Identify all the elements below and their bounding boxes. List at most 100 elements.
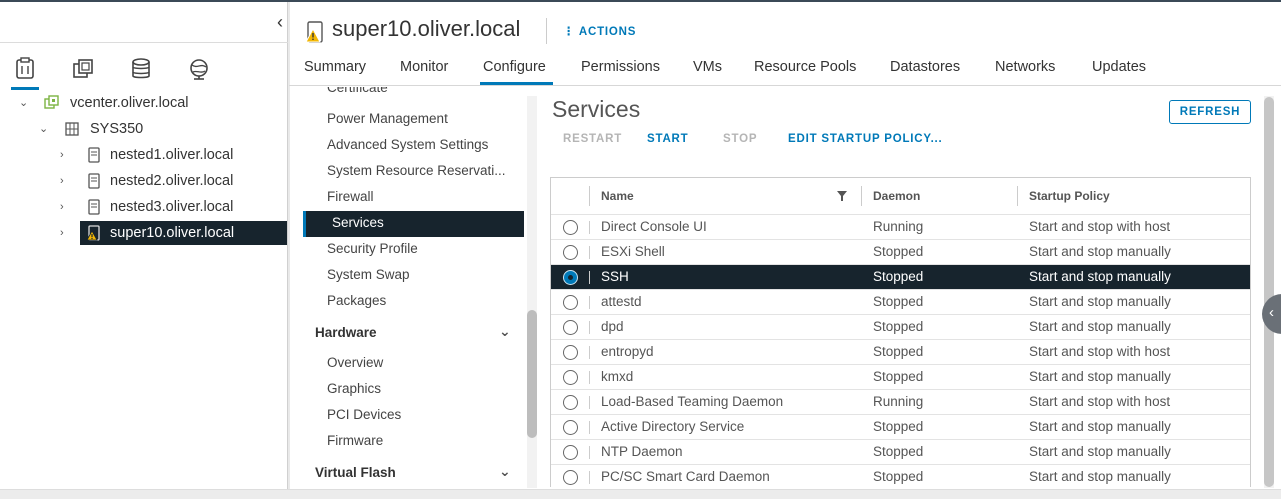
collapse-navigator-button[interactable]: ‹ — [277, 12, 283, 33]
row-radio[interactable] — [563, 345, 578, 360]
column-header-startup-policy[interactable]: Startup Policy — [1029, 178, 1110, 214]
table-row[interactable]: Load-Based Teaming Daemon Running Start … — [551, 389, 1250, 414]
row-radio[interactable] — [563, 470, 578, 485]
tree-item-host[interactable]: › nested3.oliver.local — [0, 195, 288, 219]
datacenter-icon — [44, 95, 60, 111]
tree-item-cluster[interactable]: ⌄ SYS350 — [0, 117, 288, 141]
column-divider — [589, 446, 590, 459]
tab-vms[interactable]: VMs — [693, 59, 722, 75]
menu-section-hardware[interactable]: Hardware ⌄ — [315, 323, 515, 340]
menu-item-overview[interactable]: Overview — [327, 355, 383, 370]
menu-item-advanced-system-settings[interactable]: Advanced System Settings — [327, 137, 488, 152]
table-row[interactable]: NTP Daemon Stopped Start and stop manual… — [551, 439, 1250, 464]
row-radio[interactable] — [563, 370, 578, 385]
restart-button[interactable]: RESTART — [563, 133, 622, 145]
row-radio[interactable] — [563, 295, 578, 310]
tree-item-vcenter[interactable]: ⌄ vcenter.oliver.local — [0, 91, 288, 115]
menu-scrollbar-thumb[interactable] — [527, 310, 537, 438]
tab-configure[interactable]: Configure — [483, 59, 546, 75]
chevron-right-icon[interactable]: › — [60, 195, 72, 219]
table-row[interactable]: entropyd Stopped Start and stop with hos… — [551, 339, 1250, 364]
row-radio[interactable] — [563, 320, 578, 335]
cluster-icon — [64, 121, 80, 137]
chevron-down-icon[interactable]: ⌄ — [499, 463, 511, 480]
start-button[interactable]: START — [647, 133, 688, 145]
menu-item-graphics[interactable]: Graphics — [327, 381, 381, 396]
column-divider — [589, 186, 590, 206]
filter-icon[interactable] — [837, 191, 847, 203]
chevron-down-icon[interactable]: ⌄ — [19, 91, 31, 115]
storage-icon[interactable] — [129, 57, 153, 81]
menu-item-system-resource-reservation[interactable]: System Resource Reservati... — [327, 163, 506, 178]
column-divider — [589, 221, 590, 234]
actions-menu-button[interactable]: ⋮ ACTIONS — [563, 24, 636, 38]
row-radio[interactable] — [563, 270, 578, 285]
menu-item-packages[interactable]: Packages — [327, 293, 386, 308]
tree-item-host[interactable]: › nested1.oliver.local — [0, 143, 288, 167]
table-row-selected[interactable]: SSH Stopped Start and stop manually — [551, 264, 1250, 289]
table-row[interactable]: dpd Stopped Start and stop manually — [551, 314, 1250, 339]
table-row[interactable]: kmxd Stopped Start and stop manually — [551, 364, 1250, 389]
service-daemon: Stopped — [873, 319, 924, 334]
column-header-daemon[interactable]: Daemon — [873, 178, 920, 214]
chevron-down-icon[interactable]: ⌄ — [39, 117, 51, 141]
menu-item-pci-devices[interactable]: PCI Devices — [327, 407, 401, 422]
vms-templates-icon[interactable] — [71, 57, 95, 81]
bottom-panel-bar[interactable] — [0, 489, 1281, 499]
tab-updates[interactable]: Updates — [1092, 59, 1146, 75]
column-divider[interactable] — [861, 186, 862, 206]
service-daemon: Running — [873, 219, 924, 234]
chevron-right-icon[interactable]: › — [60, 221, 72, 245]
tab-summary[interactable]: Summary — [304, 59, 366, 75]
service-policy: Start and stop with host — [1029, 394, 1171, 409]
service-daemon: Stopped — [873, 444, 924, 459]
table-row[interactable]: PC/SC Smart Card Daemon Stopped Start an… — [551, 464, 1250, 487]
hosts-clusters-icon[interactable] — [11, 57, 39, 90]
row-radio[interactable] — [563, 220, 578, 235]
tree-item-host[interactable]: › nested2.oliver.local — [0, 169, 288, 193]
service-name: Load-Based Teaming Daemon — [601, 394, 784, 409]
menu-item-firewall[interactable]: Firewall — [327, 189, 374, 204]
menu-section-virtual-flash[interactable]: Virtual Flash ⌄ — [315, 463, 515, 480]
tab-datastores[interactable]: Datastores — [890, 59, 960, 75]
inventory-view-tabs — [0, 42, 288, 90]
row-radio[interactable] — [563, 420, 578, 435]
tree-item-host-selected[interactable]: super10.oliver.local — [80, 221, 287, 245]
networking-icon[interactable] — [187, 57, 211, 81]
chevron-right-icon[interactable]: › — [60, 143, 72, 167]
column-divider — [589, 321, 590, 334]
content-scrollbar-thumb[interactable] — [1264, 97, 1274, 487]
column-divider — [589, 296, 590, 309]
service-name: kmxd — [601, 369, 634, 384]
row-radio[interactable] — [563, 395, 578, 410]
services-table: Name Daemon Startup Policy Direct Consol… — [550, 177, 1251, 487]
service-name: Direct Console UI — [601, 219, 707, 234]
refresh-button[interactable]: REFRESH — [1169, 100, 1251, 124]
tab-resource-pools[interactable]: Resource Pools — [754, 59, 856, 75]
tab-networks[interactable]: Networks — [995, 59, 1055, 75]
table-row[interactable]: attestd Stopped Start and stop manually — [551, 289, 1250, 314]
panel-splitter[interactable] — [288, 2, 290, 489]
tab-monitor[interactable]: Monitor — [400, 59, 448, 75]
menu-item-security-profile[interactable]: Security Profile — [327, 241, 418, 256]
menu-item-services[interactable]: Services — [303, 211, 524, 237]
menu-item-firmware[interactable]: Firmware — [327, 433, 383, 448]
menu-item-power-management[interactable]: Power Management — [327, 111, 448, 126]
tab-permissions[interactable]: Permissions — [581, 59, 660, 75]
row-radio[interactable] — [563, 245, 578, 260]
service-name: ESXi Shell — [601, 244, 665, 259]
chevron-right-icon[interactable]: › — [60, 169, 72, 193]
menu-item-system-swap[interactable]: System Swap — [327, 267, 410, 282]
chevron-down-icon[interactable]: ⌄ — [499, 323, 511, 340]
column-divider — [589, 396, 590, 409]
stop-button[interactable]: STOP — [723, 133, 757, 145]
column-header-name[interactable]: Name — [601, 178, 634, 214]
table-row[interactable]: Active Directory Service Stopped Start a… — [551, 414, 1250, 439]
menu-item-certificate[interactable]: Certificate — [327, 87, 388, 95]
column-divider[interactable] — [1017, 186, 1018, 206]
edit-startup-policy-button[interactable]: EDIT STARTUP POLICY... — [788, 133, 943, 145]
row-radio[interactable] — [563, 445, 578, 460]
table-row[interactable]: Direct Console UI Running Start and stop… — [551, 214, 1250, 239]
host-warning-icon — [86, 225, 102, 241]
table-row[interactable]: ESXi Shell Stopped Start and stop manual… — [551, 239, 1250, 264]
